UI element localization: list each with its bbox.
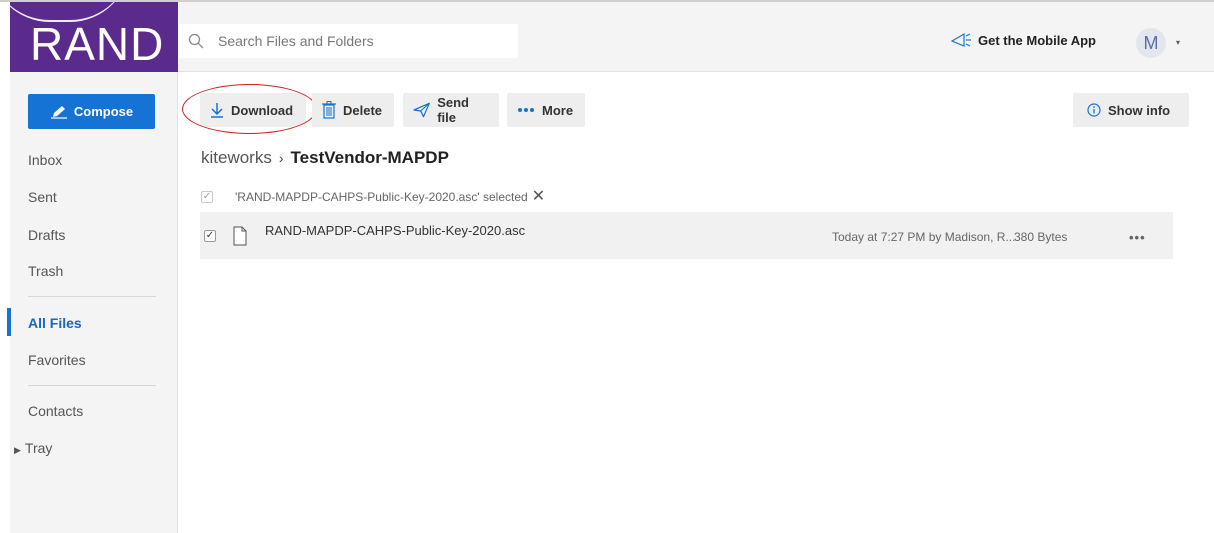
send-file-button[interactable]: Send file: [403, 93, 499, 127]
sidebar-item-tray[interactable]: ▶ Tray: [14, 440, 52, 456]
selection-bar: ✓ 'RAND-MAPDP-CAHPS-Public-Key-2020.asc'…: [201, 189, 545, 205]
avatar-caret-icon[interactable]: ▾: [1176, 38, 1180, 47]
pencil-icon: [50, 105, 67, 119]
more-button[interactable]: More: [507, 93, 585, 127]
sidebar-item-sent[interactable]: Sent: [28, 189, 57, 205]
breadcrumb-separator-icon: ›: [278, 150, 284, 166]
top-header: Get the Mobile App M ▾: [178, 2, 1214, 72]
file-name[interactable]: RAND-MAPDP-CAHPS-Public-Key-2020.asc: [265, 223, 525, 238]
row-more-icon[interactable]: •••: [1129, 230, 1146, 245]
more-dots-icon: [518, 108, 534, 112]
active-indicator: [7, 308, 11, 336]
row-checkbox[interactable]: ✓: [204, 229, 216, 242]
file-size: 380 Bytes: [1014, 230, 1068, 244]
mobile-app-label: Get the Mobile App: [978, 32, 1096, 48]
rand-logo[interactable]: RAND: [10, 2, 178, 72]
sidebar-item-favorites[interactable]: Favorites: [28, 352, 86, 368]
logo-text: RAND: [30, 18, 165, 70]
select-all-checkbox[interactable]: ✓: [201, 191, 213, 203]
search-input[interactable]: [218, 33, 498, 49]
close-icon[interactable]: ✕: [532, 189, 545, 205]
search-box[interactable]: [178, 24, 518, 58]
nav-divider: [28, 385, 156, 386]
more-label: More: [542, 102, 574, 118]
search-icon: [188, 33, 204, 49]
table-row[interactable]: ✓ RAND-MAPDP-CAHPS-Public-Key-2020.asc T…: [200, 212, 1173, 259]
megaphone-icon: [950, 32, 971, 47]
sidebar-item-trash[interactable]: Trash: [28, 263, 63, 279]
compose-button[interactable]: Compose: [28, 94, 155, 129]
show-info-label: Show info: [1108, 102, 1171, 118]
get-mobile-app-link[interactable]: Get the Mobile App: [950, 32, 1096, 48]
show-info-button[interactable]: Show info: [1073, 93, 1189, 127]
sidebar-item-drafts[interactable]: Drafts: [28, 227, 65, 243]
info-icon: [1087, 103, 1101, 117]
highlight-annotation: [182, 84, 317, 134]
file-icon: [233, 226, 247, 245]
breadcrumb-current: TestVendor-MAPDP: [290, 148, 449, 167]
nav-divider: [28, 296, 156, 297]
expand-caret-icon[interactable]: ▶: [14, 445, 21, 455]
sidebar-item-inbox[interactable]: Inbox: [28, 152, 62, 168]
sidebar-item-all-files[interactable]: All Files: [28, 315, 82, 331]
send-file-label: Send file: [437, 95, 469, 125]
avatar[interactable]: M: [1136, 28, 1166, 58]
sidebar-item-contacts[interactable]: Contacts: [28, 403, 83, 419]
send-icon: [413, 102, 430, 118]
delete-label: Delete: [343, 102, 383, 118]
compose-label: Compose: [73, 104, 134, 119]
sidebar: Compose Inbox Sent Drafts Trash All File…: [7, 72, 178, 533]
delete-button[interactable]: Delete: [312, 93, 394, 127]
file-modified: Today at 7:27 PM by Madison, R...: [832, 230, 1016, 244]
selection-text: 'RAND-MAPDP-CAHPS-Public-Key-2020.asc' s…: [235, 190, 528, 204]
trash-icon: [322, 101, 336, 119]
tray-label: Tray: [24, 440, 53, 456]
breadcrumb-root[interactable]: kiteworks: [201, 148, 272, 168]
breadcrumb: kiteworks › TestVendor-MAPDP: [201, 148, 449, 168]
